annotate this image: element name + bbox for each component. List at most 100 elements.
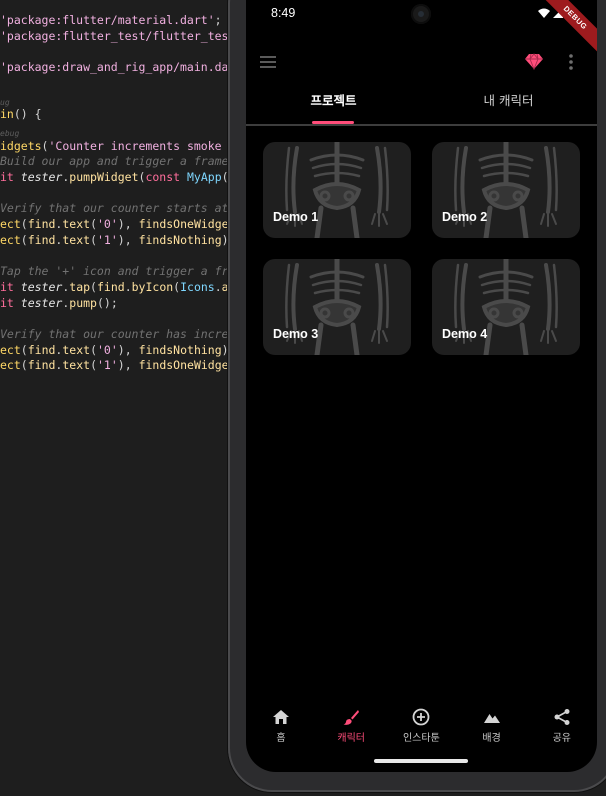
code-token: ect <box>0 217 21 232</box>
code-line: 'package:draw_and_rig_app/main.dart <box>0 59 240 75</box>
tab-my-characters[interactable]: 내 캐릭터 <box>421 88 596 124</box>
code-token: 'package:flutter/material.dart' <box>0 13 215 27</box>
code-token: byIcon <box>131 279 174 294</box>
code-token: ect <box>0 342 21 357</box>
phone-screen: 8:49 DEBUG 프로젝트 내 캐릭터 Demo 1 Demo 2 Demo… <box>246 0 597 772</box>
code-token: (); <box>96 295 118 310</box>
code-token: ), <box>117 358 139 373</box>
code-token: '0' <box>97 217 118 232</box>
code-annotation: ug <box>0 97 10 107</box>
code-token: ect <box>0 232 21 247</box>
code-token: find <box>27 342 56 357</box>
code-token: ), <box>117 217 139 232</box>
brush-icon <box>343 710 360 725</box>
code-line: ect(find.text('1'), findsOneWidget); <box>0 357 240 373</box>
code-token: ect <box>0 358 21 373</box>
code-token: ), <box>117 232 139 247</box>
code-token: find <box>27 358 56 373</box>
project-card[interactable]: Demo 1 <box>263 142 411 238</box>
project-card[interactable]: Demo 2 <box>432 142 580 238</box>
code-line: Verify that our counter has incremen <box>0 326 240 342</box>
code-token: '0' <box>97 342 118 357</box>
code-token: tester <box>20 279 63 294</box>
project-card-label: Demo 2 <box>442 210 488 224</box>
code-token: findsOneWidget <box>138 217 236 232</box>
code-token: find <box>27 232 56 247</box>
tab-indicator <box>312 121 354 124</box>
code-token: findsNothing <box>138 232 222 247</box>
code-token: () { <box>13 107 42 122</box>
front-camera <box>411 4 431 24</box>
status-bar: 8:49 <box>246 0 597 30</box>
code-token: Tap the '+' icon and trigger a frame <box>0 264 240 279</box>
bottom-nav-item[interactable]: 배경 <box>457 705 527 751</box>
bottom-nav-label: 배경 <box>482 733 501 744</box>
code-line: it tester.tap(find.byIcon(Icons.add)) <box>0 279 240 295</box>
code-token: it <box>0 295 21 310</box>
code-token: it <box>0 170 21 184</box>
bottom-nav-label: 공유 <box>552 733 571 744</box>
code-token: text <box>62 217 91 232</box>
bottom-nav-item[interactable]: 캐릭터 <box>316 705 386 751</box>
project-card-label: Demo 4 <box>442 327 488 341</box>
code-token: idgets <box>0 138 42 153</box>
code-line: ect(find.text('0'), findsNothing); <box>0 342 236 358</box>
code-annotation: ebug <box>0 128 20 138</box>
wifi-icon <box>538 8 550 18</box>
code-token: . <box>214 279 222 294</box>
project-card[interactable]: Demo 3 <box>263 259 411 355</box>
code-line: 'package:flutter_test/flutter_test.d <box>0 28 240 44</box>
bottom-nav-label: 인스타툰 <box>402 733 440 744</box>
bottom-nav-label: 캐릭터 <box>337 733 365 744</box>
code-token: 'package:flutter_test/flutter_test.d <box>0 28 240 43</box>
code-token: tap <box>69 279 91 294</box>
code-line: 'package:flutter/material.dart'; <box>0 12 222 28</box>
project-card-label: Demo 3 <box>273 327 319 341</box>
code-token: Build our app and trigger a frame. <box>0 154 236 169</box>
code-token: findsNothing <box>138 342 222 357</box>
code-token: ( <box>90 217 97 232</box>
app-bar <box>246 42 597 82</box>
code-line: Build our app and trigger a frame. <box>0 153 235 169</box>
bottom-nav-item[interactable]: 홈 <box>246 705 316 751</box>
bottom-nav-item[interactable]: 공유 <box>527 705 597 751</box>
code-line: ect(find.text('0'), findsOneWidget); <box>0 216 240 232</box>
code-token: '1' <box>97 358 118 373</box>
code-token: tester <box>20 170 63 184</box>
code-token: . <box>124 279 132 294</box>
menu-icon[interactable] <box>260 52 278 72</box>
code-token: Verify that our counter has incremen <box>0 327 240 341</box>
code-token: ( <box>90 279 97 294</box>
project-card-label: Demo 1 <box>273 210 319 224</box>
tab-bar: 프로젝트 내 캐릭터 <box>246 88 597 126</box>
code-token: ( <box>20 358 28 373</box>
code-token: '1' <box>97 232 118 247</box>
code-token: in <box>0 107 14 122</box>
code-editor[interactable]: 'package:flutter/material.dart';'package… <box>0 0 240 796</box>
home-indicator[interactable] <box>374 759 468 763</box>
code-token: 'Counter increments smoke tes <box>48 138 240 153</box>
code-token: ( <box>20 342 28 357</box>
project-card[interactable]: Demo 4 <box>432 259 580 355</box>
share-icon <box>554 709 570 725</box>
code-line: it tester.pumpWidget(const MyApp()); <box>0 169 240 185</box>
code-token: text <box>62 358 91 373</box>
more-vert-icon[interactable] <box>568 52 574 72</box>
gem-icon[interactable] <box>525 52 543 70</box>
code-token: 'package:draw_and_rig_app/main.dart <box>0 60 240 75</box>
add-circle-icon <box>412 708 430 726</box>
landscape-icon <box>483 714 500 723</box>
code-line: Tap the '+' icon and trigger a frame <box>0 263 240 279</box>
code-token: ; <box>214 13 222 27</box>
code-line: in() { <box>0 106 42 122</box>
bottom-nav-item[interactable]: 인스타툰 <box>386 705 456 751</box>
code-token: ), <box>117 342 139 357</box>
code-token: findsOneWidget <box>138 358 236 373</box>
code-token: text <box>62 342 91 357</box>
tab-projects[interactable]: 프로젝트 <box>246 88 421 124</box>
bottom-nav-label: 홈 <box>276 733 286 744</box>
code-token: pumpWidget <box>69 170 139 184</box>
code-token: text <box>62 232 91 247</box>
code-token: Icons <box>180 279 215 294</box>
code-token: tester <box>20 295 63 310</box>
